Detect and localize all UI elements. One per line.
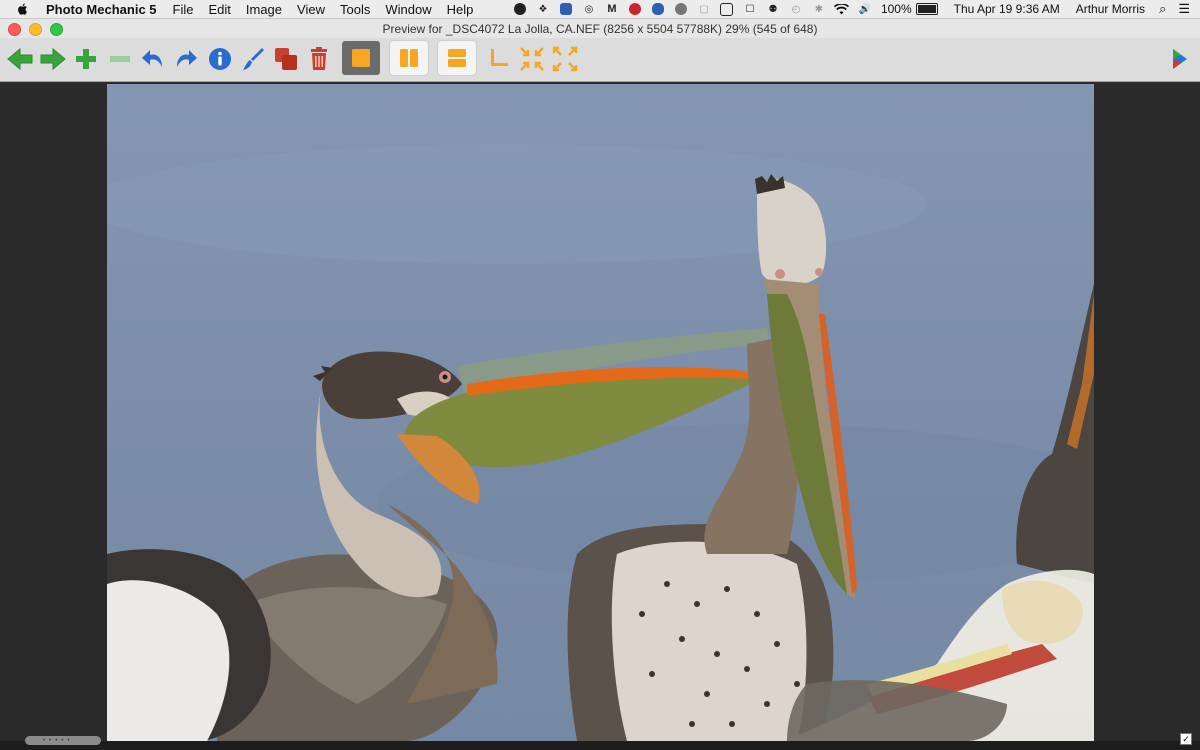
zoom-window-button[interactable] [50, 23, 63, 36]
volume-icon[interactable]: 🔊 [857, 2, 873, 16]
side-by-side-view-button[interactable] [390, 41, 428, 75]
close-window-button[interactable] [8, 23, 21, 36]
horizontal-scroll-thumb[interactable]: ••••• [25, 736, 101, 745]
menu-file[interactable]: File [173, 2, 194, 17]
expand-arrows-icon [552, 46, 578, 72]
shield-icon[interactable]: ☐ [742, 2, 758, 16]
menu-tools[interactable]: Tools [340, 2, 370, 17]
sync-icon[interactable] [673, 2, 689, 16]
menu-clock[interactable]: Thu Apr 19 9:36 AM [954, 2, 1060, 16]
time-machine-icon[interactable]: ◴ [788, 2, 804, 16]
plus-icon [76, 49, 96, 69]
zoom-out-button[interactable] [104, 43, 136, 75]
pelicans-photo [107, 84, 1094, 741]
calendar-icon[interactable] [558, 2, 574, 16]
preview-photo[interactable] [107, 84, 1094, 741]
window-title-bar[interactable]: Preview for _DSC4072 La Jolla, CA.NEF (8… [0, 19, 1200, 39]
rotate-right-icon [177, 50, 197, 67]
right-arrow-icon [40, 47, 66, 71]
stacked-view-button[interactable] [438, 41, 476, 75]
menu-help[interactable]: Help [447, 2, 474, 17]
window-title: Preview for _DSC4072 La Jolla, CA.NEF (8… [382, 21, 818, 36]
menu-image[interactable]: Image [246, 2, 282, 17]
trash-icon [311, 47, 327, 70]
copyright-icon[interactable] [719, 2, 735, 16]
apple-icon[interactable] [16, 2, 30, 16]
binoculars-icon[interactable]: ⚉ [765, 2, 781, 16]
menu-edit[interactable]: Edit [208, 2, 230, 17]
menu-window[interactable]: Window [385, 2, 431, 17]
rotate-left-icon [142, 50, 162, 67]
previous-photo-button[interactable] [4, 43, 36, 75]
lock-icon[interactable]: ▢ [696, 2, 712, 16]
cloud-sync-icon[interactable] [650, 2, 666, 16]
zoom-in-button[interactable] [70, 43, 102, 75]
battery-percent: 100% [880, 2, 912, 16]
grip-dots-icon: ••••• [43, 738, 74, 744]
app-name-menu[interactable]: Photo Mechanic 5 [46, 2, 157, 17]
info-button[interactable] [204, 43, 236, 75]
notification-center-icon[interactable]: ☰ [1178, 1, 1190, 17]
delete-button[interactable] [303, 43, 335, 75]
bluetooth-icon[interactable]: ✱ [811, 2, 827, 16]
photo-mechanic-logo-button[interactable] [1164, 43, 1196, 75]
crop-button[interactable] [482, 43, 514, 75]
minus-icon [110, 56, 130, 62]
photo-mechanic-logo-icon [1173, 49, 1187, 69]
two-columns-icon [400, 49, 418, 67]
dropbox-icon[interactable]: ❖ [535, 2, 551, 16]
minimize-window-button[interactable] [29, 23, 42, 36]
preview-toolbar [0, 38, 1200, 82]
user-menu[interactable]: Arthur Morris [1076, 2, 1145, 16]
window-controls [8, 23, 63, 36]
crop-icon [491, 49, 508, 66]
bottom-status-bar [0, 741, 1200, 750]
rotate-left-button[interactable] [137, 43, 169, 75]
info-icon [209, 48, 231, 70]
macos-menu-bar: Photo Mechanic 5 File Edit Image View To… [0, 0, 1200, 19]
edit-image-button[interactable] [237, 43, 269, 75]
tag-checkbox[interactable]: ✓ [1180, 733, 1192, 745]
compass-icon[interactable]: ◎ [581, 2, 597, 16]
spotlight-search-icon[interactable]: ⌕ [1159, 1, 1166, 17]
battery-icon[interactable] [915, 3, 938, 15]
rotate-right-button[interactable] [170, 43, 202, 75]
single-pane-icon [352, 49, 370, 67]
skype-icon[interactable] [512, 2, 528, 16]
menu-view[interactable]: View [297, 2, 325, 17]
malwarebytes-icon[interactable]: M [604, 2, 620, 16]
wifi-icon[interactable] [834, 2, 850, 16]
shrink-arrows-icon [520, 47, 544, 71]
antivirus-icon[interactable] [627, 2, 643, 16]
two-rows-icon [448, 49, 466, 67]
left-arrow-icon [7, 47, 33, 71]
single-view-button[interactable] [342, 41, 380, 75]
status-menus: ❖ ◎ M ▢ ☐ ⚉ ◴ ✱ 🔊 100% Thu Apr 19 9:36 A… [505, 0, 1200, 18]
expand-button[interactable] [549, 43, 581, 75]
shrink-button[interactable] [516, 43, 548, 75]
copy-button[interactable] [270, 43, 302, 75]
brush-icon [243, 48, 264, 70]
next-photo-button[interactable] [37, 43, 69, 75]
copy-icon [275, 48, 297, 70]
